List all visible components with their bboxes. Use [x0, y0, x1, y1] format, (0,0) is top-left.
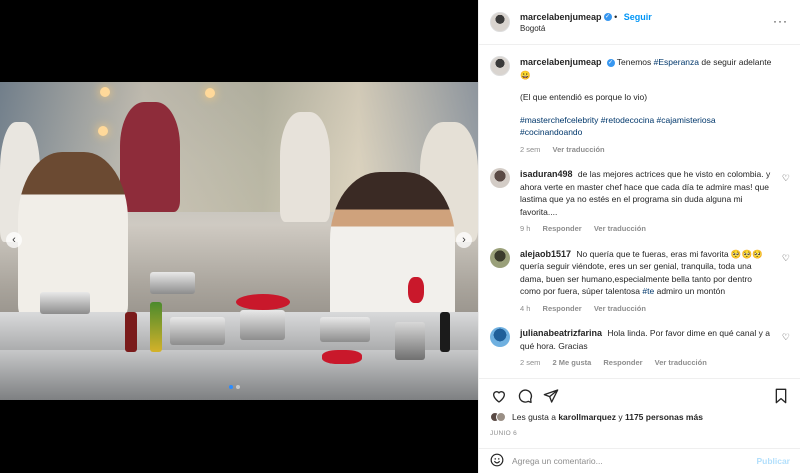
comment-username[interactable]: alejaob1517: [520, 249, 571, 259]
like-comment-heart-icon[interactable]: ♡: [782, 173, 790, 184]
hashtag-link[interactable]: #te: [642, 286, 654, 296]
comment-likes-count[interactable]: 2 Me gusta: [553, 358, 592, 367]
like-comment-heart-icon[interactable]: ♡: [782, 332, 790, 343]
comment-time: 2 sem: [520, 358, 541, 367]
verified-badge-icon: ✓: [606, 58, 615, 67]
emoji-smiley-icon[interactable]: [490, 453, 504, 469]
likes-summary: Les gusta a karollmarquez y 1175 persona…: [490, 412, 703, 422]
comments-list[interactable]: marcelabenjumeap ✓ Tenemos #Esperanza de …: [479, 46, 800, 376]
comment-time: 9 h: [520, 224, 531, 233]
author-avatar[interactable]: [490, 56, 510, 76]
hashtag-link[interactable]: #Esperanza: [654, 57, 699, 67]
caption: marcelabenjumeap ✓ Tenemos #Esperanza de …: [490, 56, 790, 156]
carousel-prev-button[interactable]: ‹: [6, 232, 22, 248]
comment-username[interactable]: julianabeatrizfarina: [520, 328, 602, 338]
more-options-icon[interactable]: ···: [773, 14, 788, 28]
comment-item: alejaob1517 No quería que te fueras, era…: [490, 247, 790, 316]
post-side-panel: marcelabenjumeap ✓ • Seguir Bogotá ··· ma…: [478, 0, 800, 473]
caption-time: 2 sem: [520, 144, 541, 154]
carousel-dots: [229, 385, 240, 389]
post-date[interactable]: JUNIO 6: [490, 430, 517, 437]
post-photo[interactable]: [0, 82, 478, 400]
verified-badge-icon: ✓: [603, 13, 612, 22]
comment-input[interactable]: [512, 456, 757, 466]
likes-prefix: Les gusta a: [512, 412, 556, 422]
location-link[interactable]: Bogotá: [520, 24, 652, 33]
translate-link[interactable]: Ver traducción: [655, 358, 707, 367]
translate-link[interactable]: Ver traducción: [594, 304, 646, 313]
translate-link[interactable]: Ver traducción: [594, 224, 646, 233]
follow-button[interactable]: Seguir: [624, 12, 652, 22]
comment-username[interactable]: isaduran498: [520, 169, 573, 179]
like-comment-heart-icon[interactable]: ♡: [782, 253, 790, 264]
reply-button[interactable]: Responder: [543, 224, 582, 233]
reply-button[interactable]: Responder: [543, 304, 582, 313]
author-username[interactable]: marcelabenjumeap: [520, 12, 602, 22]
comment-time: 4 h: [520, 303, 531, 313]
caption-text: Tenemos: [616, 57, 652, 67]
add-comment-bar: Publicar: [479, 448, 800, 473]
share-paper-plane-icon[interactable]: [542, 387, 560, 405]
likes-count[interactable]: 1175 personas más: [625, 412, 703, 422]
liker-username[interactable]: karollmarquez: [558, 412, 616, 422]
carousel-dot: [236, 385, 240, 389]
commenter-avatar[interactable]: [490, 168, 510, 188]
commenter-avatar[interactable]: [490, 327, 510, 347]
comment-item: julianabeatrizfarina Hola linda. Por fav…: [490, 327, 790, 370]
caption-hashtags[interactable]: #masterchefcelebrity #retodecocina #caja…: [520, 114, 775, 139]
comment-text: admiro un montón: [656, 286, 726, 296]
carousel-next-button[interactable]: ›: [456, 232, 472, 248]
caption-line: (El que entendió es porque lo vio): [520, 92, 648, 102]
media-area: ‹ ›: [0, 0, 478, 473]
commenter-avatar[interactable]: [490, 247, 510, 268]
comment-item: isaduran498 de las mejores actrices que …: [490, 168, 790, 236]
carousel-dot: [229, 385, 233, 389]
comment-bubble-icon[interactable]: [516, 387, 534, 405]
author-avatar[interactable]: [490, 12, 510, 32]
post-header: marcelabenjumeap ✓ • Seguir Bogotá ···: [479, 0, 800, 45]
publish-button[interactable]: Publicar: [756, 456, 790, 466]
likes-middle: y: [618, 412, 623, 422]
caption-username[interactable]: marcelabenjumeap: [520, 57, 602, 67]
liker-avatar: [496, 412, 506, 422]
translate-link[interactable]: Ver traducción: [553, 145, 605, 154]
save-bookmark-icon[interactable]: [772, 387, 790, 405]
reply-button[interactable]: Responder: [603, 358, 642, 367]
post-actions-bar: [479, 378, 800, 412]
like-heart-icon[interactable]: [490, 387, 508, 405]
